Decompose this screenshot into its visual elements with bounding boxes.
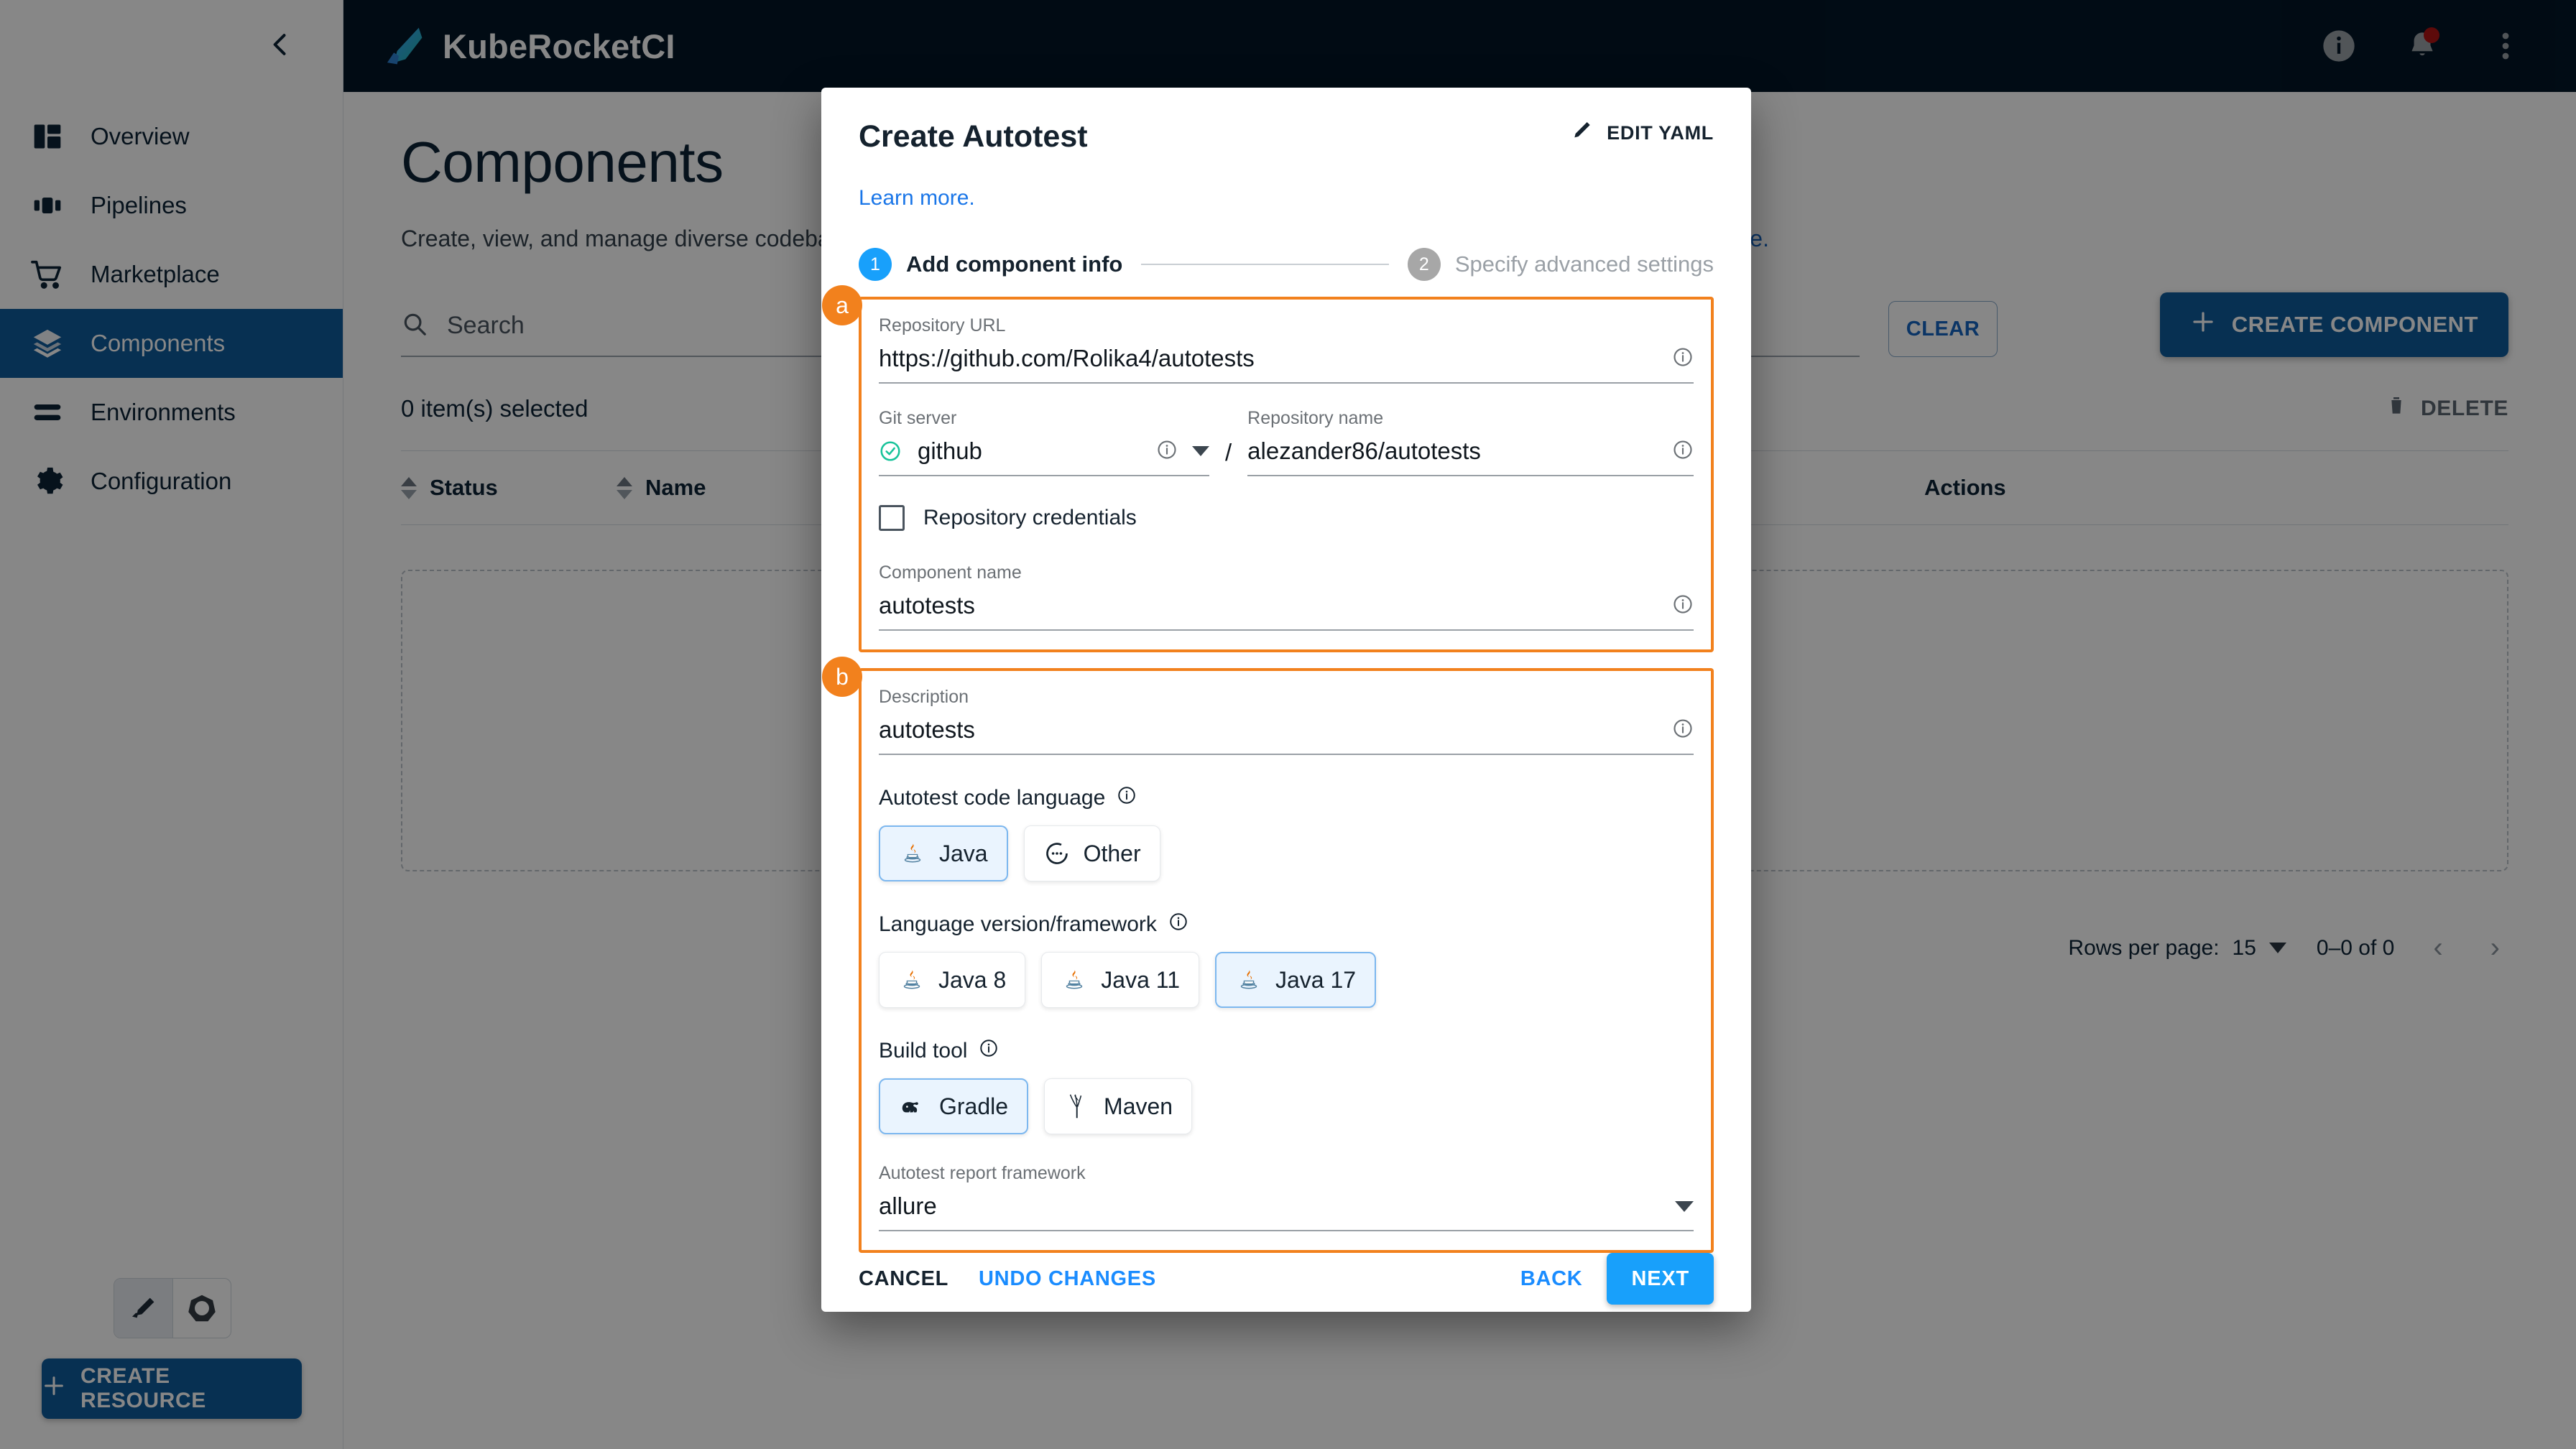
info-icon[interactable]	[1672, 439, 1694, 464]
field-value: https://github.com/Rolika4/autotests	[879, 345, 1255, 371]
language-version-option-java8[interactable]: Java 8	[879, 952, 1026, 1008]
annotation-badge-a: a	[822, 285, 862, 325]
undo-changes-button[interactable]: UNDO CHANGES	[979, 1267, 1156, 1291]
check-circle-icon	[879, 440, 902, 463]
edit-yaml-button[interactable]: EDIT YAML	[1571, 119, 1714, 147]
chip-label: Java 17	[1275, 966, 1357, 993]
dialog-title: Create Autotest	[859, 119, 1088, 154]
field-value: github	[918, 438, 982, 464]
field-label: Description	[879, 687, 969, 707]
repository-credentials-label: Repository credentials	[923, 506, 1137, 529]
dialog-header: Create Autotest EDIT YAML	[821, 88, 1751, 154]
field-label: Component name	[879, 563, 1022, 583]
repository-name-field[interactable]: Repository name alezander86/autotests	[1247, 408, 1694, 476]
field-value: alezander86/autotests	[1247, 438, 1481, 464]
info-icon[interactable]	[1672, 593, 1694, 619]
step-1[interactable]: 1 Add component info	[859, 248, 1122, 281]
language-version-options: Java 8 Java 11 Java 17	[879, 952, 1694, 1008]
field-value: allure	[879, 1193, 937, 1219]
dialog-footer: CANCEL UNDO CHANGES BACK NEXT	[821, 1253, 1751, 1336]
edit-yaml-label: EDIT YAML	[1607, 122, 1714, 144]
build-tool-group-label: Build tool	[879, 1038, 1694, 1064]
field-value: autotests	[879, 592, 975, 619]
info-icon[interactable]	[1117, 785, 1137, 811]
group-label-text: Language version/framework	[879, 912, 1157, 936]
group-label-text: Build tool	[879, 1039, 968, 1063]
chevron-down-icon[interactable]	[1675, 1200, 1694, 1212]
git-server-field[interactable]: Git server github	[879, 408, 1209, 476]
info-icon[interactable]	[979, 1038, 999, 1064]
highlight-box-a: a Repository URL https://github.com/Roli…	[822, 285, 1714, 652]
info-icon[interactable]	[1156, 439, 1178, 464]
description-field[interactable]: Description autotests	[879, 687, 1694, 755]
java-icon	[1061, 966, 1088, 994]
step-connector	[1141, 264, 1389, 265]
field-label: Git server	[879, 408, 957, 428]
code-language-option-java[interactable]: Java	[879, 825, 1008, 881]
annotation-badge-b: b	[822, 657, 862, 697]
info-icon[interactable]	[1672, 346, 1694, 371]
wizard-stepper: 1 Add component info 2 Specify advanced …	[821, 210, 1751, 281]
field-label: Repository URL	[879, 315, 1006, 335]
code-language-option-other[interactable]: Other	[1023, 825, 1160, 881]
repository-url-field[interactable]: Repository URL https://github.com/Rolika…	[879, 315, 1694, 384]
chip-label: Other	[1083, 840, 1141, 866]
step-number: 2	[1407, 248, 1441, 281]
create-autotest-dialog: Create Autotest EDIT YAML Learn more. 1 …	[821, 88, 1751, 1312]
build-tool-option-gradle[interactable]: Gradle	[879, 1078, 1029, 1134]
path-separator: /	[1225, 439, 1232, 466]
chevron-down-icon[interactable]	[1192, 446, 1209, 456]
learn-more-row: Learn more.	[821, 154, 1751, 210]
maven-icon	[1063, 1093, 1091, 1120]
report-framework-field[interactable]: Autotest report framework allure	[879, 1163, 1694, 1231]
language-version-group-label: Language version/framework	[879, 912, 1694, 938]
field-value: autotests	[879, 716, 975, 743]
step-label: Add component info	[906, 251, 1123, 277]
field-label: Repository name	[1247, 408, 1384, 428]
next-button[interactable]: NEXT	[1607, 1253, 1714, 1305]
info-icon[interactable]	[1168, 912, 1188, 938]
language-version-option-java11[interactable]: Java 11	[1041, 952, 1199, 1008]
chip-label: Maven	[1104, 1093, 1173, 1119]
java-icon	[899, 840, 926, 867]
code-language-options: Java Other	[879, 825, 1694, 881]
java-icon	[898, 966, 925, 994]
chip-label: Java 11	[1101, 966, 1180, 993]
info-icon[interactable]	[1672, 718, 1694, 743]
build-tool-options: Gradle Maven	[879, 1078, 1694, 1134]
highlight-box-b: b Description autotests Autotest code la…	[822, 657, 1714, 1253]
java-icon	[1235, 966, 1262, 994]
step-number: 1	[859, 248, 892, 281]
repository-credentials-checkbox[interactable]	[879, 505, 905, 531]
chip-label: Java	[939, 840, 988, 866]
build-tool-option-maven[interactable]: Maven	[1044, 1078, 1193, 1134]
ellipsis-circle-icon	[1043, 840, 1071, 867]
step-label: Specify advanced settings	[1454, 251, 1714, 277]
component-name-field[interactable]: Component name autotests	[879, 563, 1694, 631]
dialog-body: a Repository URL https://github.com/Roli…	[821, 281, 1751, 1253]
group-label-text: Autotest code language	[879, 786, 1106, 810]
repository-credentials-row[interactable]: Repository credentials	[879, 505, 1694, 531]
cancel-button[interactable]: CANCEL	[859, 1267, 948, 1291]
language-version-option-java17[interactable]: Java 17	[1214, 952, 1377, 1008]
git-server-and-repo-row: Git server github / Repository name alez…	[879, 408, 1694, 476]
chip-label: Java 8	[938, 966, 1007, 993]
back-button[interactable]: BACK	[1520, 1267, 1583, 1291]
pencil-icon	[1571, 119, 1594, 147]
gradle-icon	[899, 1093, 926, 1120]
chip-label: Gradle	[939, 1093, 1009, 1119]
step-2[interactable]: 2 Specify advanced settings	[1407, 248, 1714, 281]
field-label: Autotest report framework	[879, 1163, 1086, 1183]
learn-more-link[interactable]: Learn more.	[859, 186, 975, 210]
code-language-group-label: Autotest code language	[879, 785, 1694, 811]
